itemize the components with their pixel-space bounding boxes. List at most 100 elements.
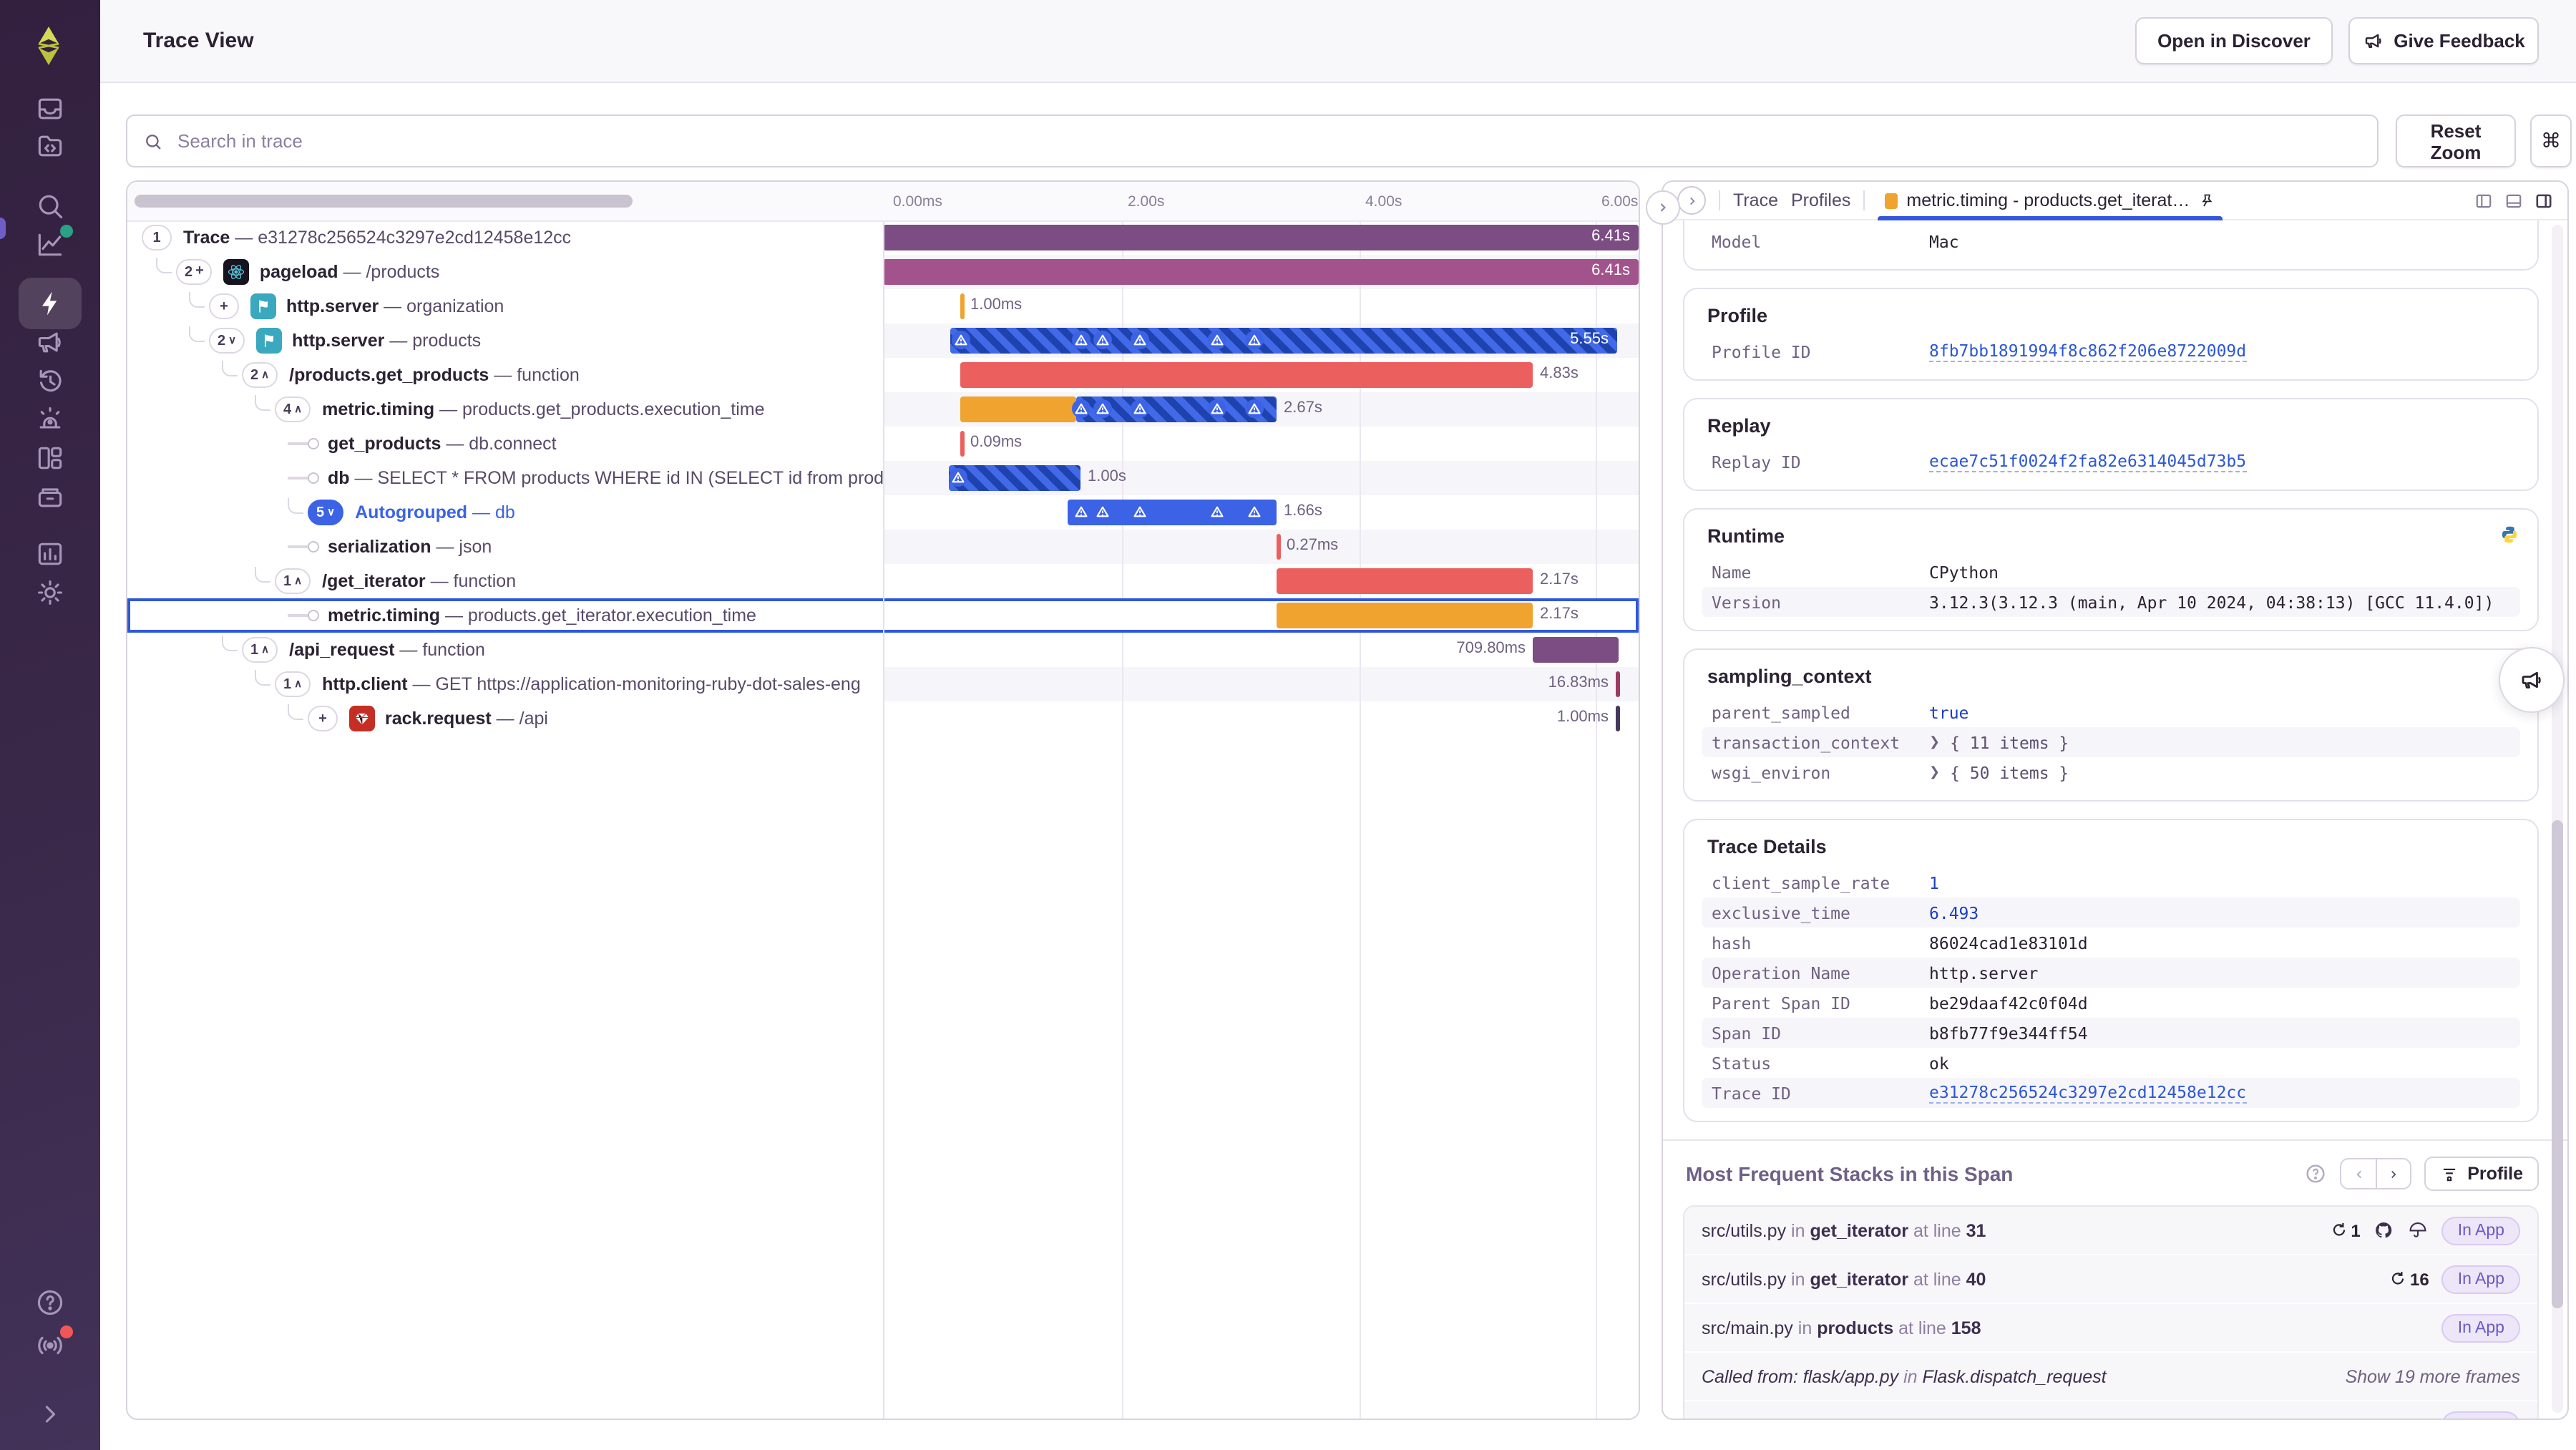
refresh-icon[interactable]	[2329, 1221, 2348, 1240]
span-bar-cell[interactable]: 6.41s	[883, 220, 1639, 255]
sidebar-item-projects[interactable]	[19, 120, 82, 172]
warning-icon[interactable]	[1130, 502, 1148, 521]
span-bar[interactable]	[950, 328, 1617, 354]
in-app-badge[interactable]: In App	[2441, 1313, 2520, 1342]
span-bar-cell[interactable]: 1.66s	[883, 495, 1639, 530]
expand-badge[interactable]: +	[308, 706, 338, 731]
span-bar[interactable]	[960, 362, 1533, 388]
span-bar[interactable]	[949, 465, 1080, 491]
pin-icon[interactable]	[2198, 192, 2215, 209]
span-bar-cell[interactable]: 2.67s	[883, 392, 1639, 427]
expand-chevron-icon[interactable]: ❯	[1929, 734, 1940, 750]
span-bar-cell[interactable]: 0.09ms	[883, 427, 1639, 461]
warning-icon[interactable]	[1207, 399, 1226, 418]
span-bar[interactable]	[1277, 568, 1533, 594]
span-bar-cell[interactable]: 2.17s	[883, 598, 1639, 633]
github-icon[interactable]	[2373, 1220, 2395, 1241]
search-input[interactable]	[175, 129, 2361, 153]
expand-chevron-icon[interactable]: ❯	[1929, 764, 1940, 780]
drawer-chevron-icon[interactable]	[1677, 186, 1706, 215]
warning-icon[interactable]	[1207, 331, 1226, 349]
column-divider[interactable]	[883, 182, 884, 1419]
span-bar[interactable]	[1533, 637, 1619, 663]
warning-icon[interactable]	[948, 468, 967, 487]
warning-icon[interactable]	[1093, 331, 1111, 349]
span-bar-cell[interactable]: 4.83s	[883, 358, 1639, 392]
expand-badge[interactable]: 2 +	[176, 259, 213, 285]
expand-badge[interactable]: 1 ∧	[242, 637, 278, 663]
expand-badge[interactable]: 4 ∧	[275, 396, 311, 422]
span-bar[interactable]	[1616, 706, 1619, 731]
span-bar-cell[interactable]: 1.00s	[883, 461, 1639, 495]
expand-badge[interactable]: 5 ∨	[308, 500, 344, 525]
warning-icon[interactable]	[1244, 502, 1263, 521]
open-in-discover-button[interactable]: Open in Discover	[2135, 17, 2333, 64]
span-bar[interactable]	[1277, 603, 1533, 628]
expand-badge[interactable]: 2 ∨	[209, 328, 245, 354]
sentry-logo-icon[interactable]	[17, 14, 80, 77]
kv-value[interactable]: e31278c256524c3297e2cd12458e12cc	[1929, 1082, 2247, 1104]
warning-icon[interactable]	[1130, 399, 1148, 418]
span-bar[interactable]	[883, 225, 1639, 250]
in-app-badge[interactable]: In App	[2441, 1216, 2520, 1245]
expand-badge[interactable]: 1 ∧	[275, 671, 311, 697]
warning-icon[interactable]	[1130, 331, 1148, 349]
span-bar-cell[interactable]: 6.41s	[883, 255, 1639, 289]
kv-value[interactable]: ecae7c51f0024f2fa82e6314045d73b5	[1929, 451, 2247, 472]
reset-zoom-button[interactable]: Reset Zoom	[2396, 115, 2516, 167]
span-bar[interactable]	[1616, 671, 1619, 697]
expand-badge[interactable]: 1 ∧	[275, 568, 311, 594]
warning-icon[interactable]	[1244, 331, 1263, 349]
warning-icon[interactable]	[1071, 502, 1090, 521]
warning-icon[interactable]	[951, 331, 970, 349]
in-app-badge[interactable]: In App	[2441, 1265, 2520, 1293]
layout-bottom-icon[interactable]	[2504, 191, 2523, 210]
tab-trace[interactable]: Trace	[1733, 190, 1778, 210]
span-bar-cell[interactable]: 709.80ms	[883, 633, 1639, 667]
give-feedback-button[interactable]: Give Feedback	[2348, 17, 2539, 64]
span-bar[interactable]	[960, 431, 964, 457]
tab-active-span[interactable]: metric.timing - products.get_iterat…	[1878, 182, 2223, 220]
warning-icon[interactable]	[1071, 399, 1090, 418]
warning-icon[interactable]	[1207, 502, 1226, 521]
in-app-badge[interactable]: In App	[2441, 1411, 2520, 1419]
umbrella-icon[interactable]	[2408, 1220, 2429, 1241]
floating-feedback-button[interactable]	[2499, 647, 2565, 713]
prev-stack-button[interactable]	[2340, 1158, 2376, 1189]
span-bar[interactable]	[1277, 534, 1280, 560]
warning-icon[interactable]	[1071, 331, 1090, 349]
expand-badge[interactable]: 2 ∧	[242, 362, 278, 388]
span-bar-cell[interactable]: 1.00ms	[883, 289, 1639, 323]
layout-left-icon[interactable]	[2474, 191, 2493, 210]
kv-value[interactable]: 8fb7bb1891994f8c862f206e8722009d	[1929, 341, 2247, 362]
span-bar[interactable]	[960, 293, 964, 319]
sidebar-item-insights[interactable]	[19, 219, 82, 271]
sidebar-item-whats-new-broadcast[interactable]	[19, 1320, 82, 1371]
warning-icon[interactable]	[1093, 399, 1111, 418]
refresh-icon[interactable]	[2389, 1270, 2407, 1288]
sidebar-item-releases-archive[interactable]	[19, 471, 82, 522]
warning-icon[interactable]	[1244, 399, 1263, 418]
horizontal-scrollbar[interactable]	[135, 195, 633, 208]
layout-right-icon[interactable]	[2534, 191, 2553, 210]
span-bar-cell[interactable]: 16.83ms	[883, 667, 1639, 701]
help-icon[interactable]	[2304, 1162, 2327, 1185]
warning-icon[interactable]	[1093, 502, 1111, 521]
sidebar-item-settings-gear[interactable]	[19, 567, 82, 618]
span-bar[interactable]	[883, 259, 1639, 285]
show-more-frames-link[interactable]: Show 19 more frames	[2345, 1366, 2520, 1386]
expand-badge[interactable]: +	[209, 293, 239, 319]
span-bar-cell[interactable]: 5.55s	[883, 323, 1639, 358]
shortcut-button[interactable]: ⌘	[2530, 115, 2572, 167]
profile-button[interactable]: Profile	[2424, 1157, 2539, 1191]
sidebar-item-collapse-sidebar[interactable]	[19, 1388, 82, 1440]
span-bar-cell[interactable]: 2.17s	[883, 564, 1639, 598]
expand-badge[interactable]: 1	[142, 225, 172, 250]
panel-collapse-icon[interactable]	[1646, 190, 1680, 225]
next-stack-button[interactable]	[2376, 1158, 2412, 1189]
tab-profiles[interactable]: Profiles	[1791, 190, 1850, 210]
span-bar[interactable]	[960, 396, 1076, 422]
details-scrollbar[interactable]	[2552, 820, 2563, 1308]
span-bar-cell[interactable]: 1.00ms	[883, 701, 1639, 736]
span-bar-cell[interactable]: 0.27ms	[883, 530, 1639, 564]
